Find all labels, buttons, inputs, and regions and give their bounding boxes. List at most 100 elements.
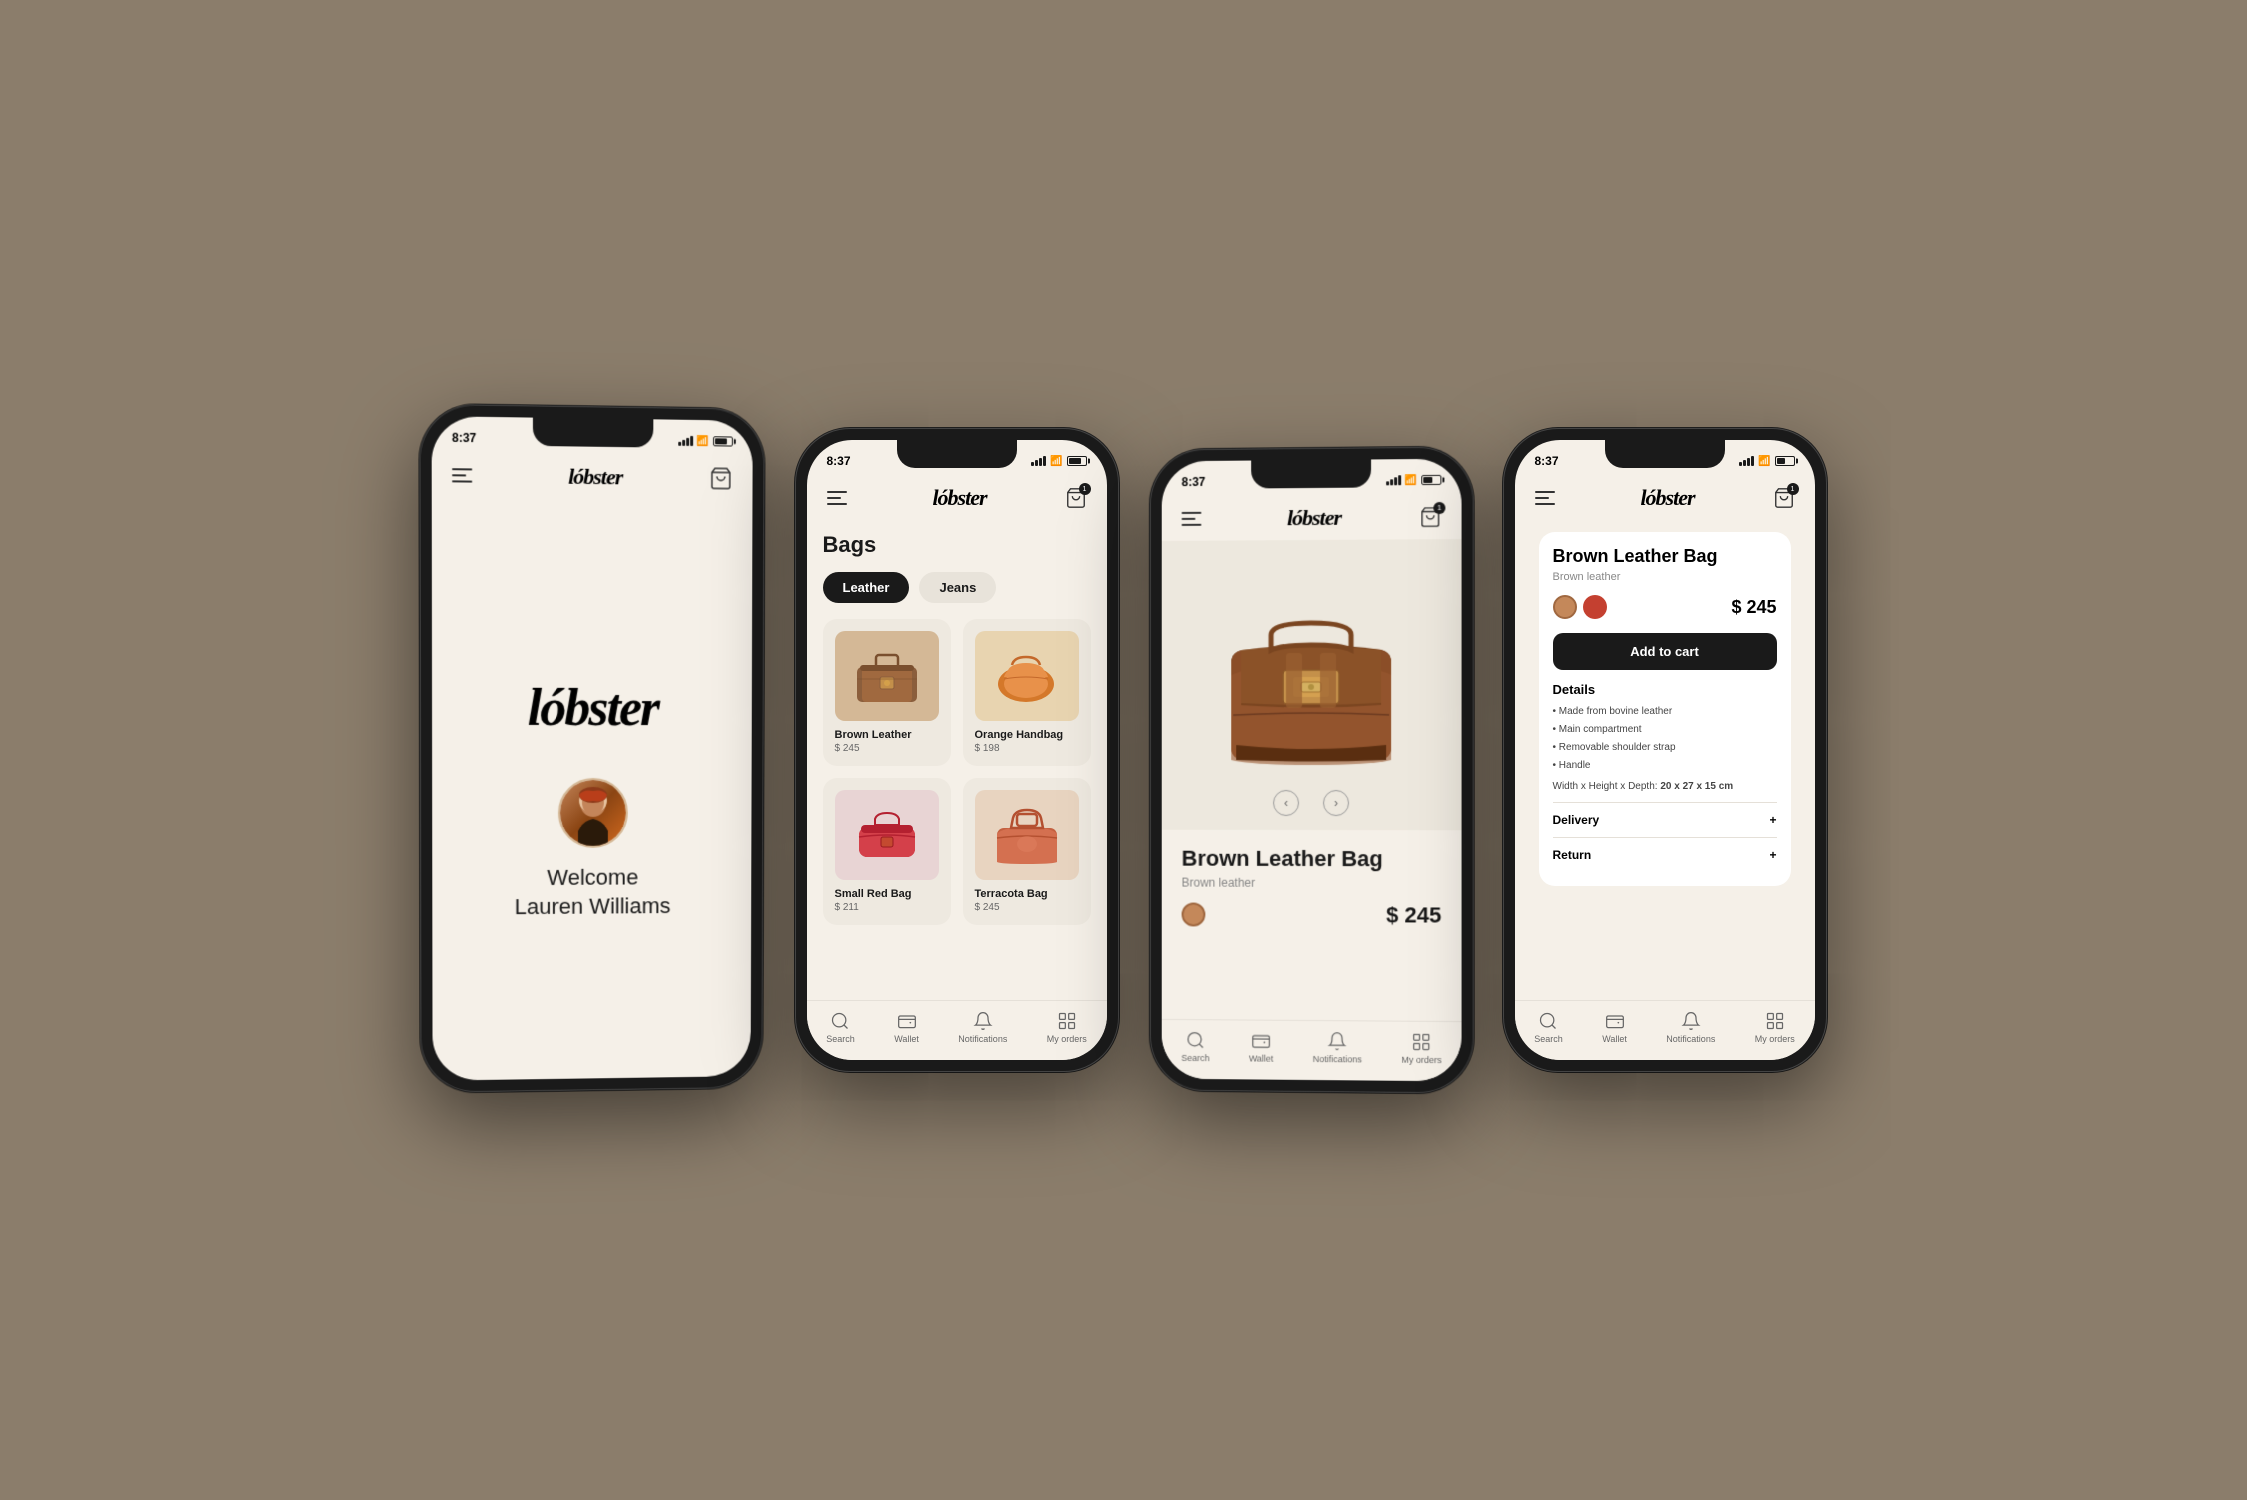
notifications-icon-4 bbox=[1681, 1011, 1701, 1031]
detail-item-4: • Handle bbox=[1553, 757, 1777, 775]
welcome-line2: Lauren Williams bbox=[514, 893, 670, 919]
notch-3 bbox=[1251, 459, 1371, 488]
wifi-icon-1: 📶 bbox=[696, 436, 708, 447]
phone-4-screen: 8:37 📶 lóbster bbox=[1515, 440, 1815, 1060]
nav-search-3[interactable]: Search bbox=[1181, 1030, 1209, 1063]
nav-notifications-label-4: Notifications bbox=[1666, 1034, 1715, 1044]
bottom-nav-2: Search Wallet Notifications bbox=[807, 1000, 1107, 1060]
product-name-1: Brown Leather bbox=[835, 729, 939, 741]
swatch-brown-4[interactable] bbox=[1553, 595, 1577, 619]
logo-2: lóbster bbox=[932, 485, 986, 511]
product-name-3: Small Red Bag bbox=[835, 888, 939, 900]
cart-badge-count-3: 1 bbox=[1433, 502, 1445, 514]
nav-wallet-label-3: Wallet bbox=[1248, 1053, 1273, 1063]
signal-icon-4 bbox=[1739, 456, 1754, 466]
search-icon-2 bbox=[830, 1011, 850, 1031]
terracota-bag-img bbox=[993, 806, 1061, 864]
cart-badge-count-4: 1 bbox=[1787, 483, 1799, 495]
detail-item-3: • Removable shoulder strap bbox=[1553, 739, 1777, 757]
swatch-red-4[interactable] bbox=[1583, 595, 1607, 619]
product-price-2: $ 198 bbox=[975, 743, 1079, 754]
battery-4 bbox=[1775, 456, 1795, 466]
cart-icon-4[interactable]: 1 bbox=[1773, 487, 1795, 509]
product-detail-subtitle: Brown leather bbox=[1181, 876, 1441, 891]
menu-icon-3[interactable] bbox=[1181, 505, 1209, 533]
next-arrow[interactable]: › bbox=[1322, 790, 1348, 816]
dimensions-label: Width x Height x Depth: bbox=[1553, 781, 1658, 792]
phone-3: 8:37 📶 lóbster bbox=[1149, 446, 1473, 1093]
nav-orders-2[interactable]: My orders bbox=[1047, 1011, 1087, 1044]
status-icons-4: 📶 bbox=[1739, 456, 1794, 467]
filter-jeans[interactable]: Jeans bbox=[919, 572, 996, 603]
swatch-brown[interactable] bbox=[1181, 902, 1205, 926]
menu-icon-4[interactable] bbox=[1535, 484, 1563, 512]
wifi-icon-4: 📶 bbox=[1758, 456, 1770, 467]
time-3: 8:37 bbox=[1181, 475, 1205, 489]
nav-search-label-3: Search bbox=[1181, 1053, 1209, 1063]
nav-notifications-2[interactable]: Notifications bbox=[958, 1011, 1007, 1044]
product-card-2[interactable]: Orange Handbag $ 198 bbox=[963, 619, 1091, 766]
product-img-3 bbox=[835, 790, 939, 880]
dimensions-text: Width x Height x Depth: 20 x 27 x 15 cm bbox=[1553, 781, 1777, 792]
product-price-3: $ 245 bbox=[1386, 902, 1441, 928]
orders-icon-4 bbox=[1765, 1011, 1785, 1031]
status-icons-2: 📶 bbox=[1031, 456, 1086, 467]
nav-search-4[interactable]: Search bbox=[1534, 1011, 1563, 1044]
welcome-text: Welcome Lauren Williams bbox=[514, 863, 670, 921]
nav-search-label-2: Search bbox=[826, 1034, 855, 1044]
detail-content: Brown Leather Bag Brown leather $ 245 Ad… bbox=[1515, 520, 1815, 974]
wallet-icon-2 bbox=[897, 1011, 917, 1031]
nav-orders-3[interactable]: My orders bbox=[1401, 1032, 1441, 1065]
search-icon-3 bbox=[1185, 1030, 1205, 1050]
phone-1-screen: 8:37 📶 lóbster bbox=[431, 416, 752, 1081]
detail-card-title: Brown Leather Bag bbox=[1553, 546, 1777, 567]
product-name-2: Orange Handbag bbox=[975, 729, 1079, 741]
nav-wallet-2[interactable]: Wallet bbox=[894, 1011, 919, 1044]
detail-card-subtitle: Brown leather bbox=[1553, 571, 1777, 583]
nav-notifications-label-3: Notifications bbox=[1312, 1054, 1361, 1064]
filter-leather[interactable]: Leather bbox=[823, 572, 910, 603]
nav-search-2[interactable]: Search bbox=[826, 1011, 855, 1044]
hero-bag-svg bbox=[1211, 594, 1411, 775]
nav-wallet-label-4: Wallet bbox=[1602, 1034, 1627, 1044]
accordion-return[interactable]: Return + bbox=[1553, 837, 1777, 872]
product-detail-name: Brown Leather Bag bbox=[1181, 846, 1441, 873]
product-card-4[interactable]: Terracota Bag $ 245 bbox=[963, 778, 1091, 925]
top-nav-4: lóbster 1 bbox=[1515, 476, 1815, 520]
filter-tabs: Leather Jeans bbox=[823, 572, 1091, 603]
nav-orders-4[interactable]: My orders bbox=[1755, 1011, 1795, 1044]
cart-icon-2[interactable]: 1 bbox=[1065, 487, 1087, 509]
nav-wallet-3[interactable]: Wallet bbox=[1248, 1031, 1273, 1064]
notifications-icon-2 bbox=[973, 1011, 993, 1031]
wifi-icon-3: 📶 bbox=[1404, 475, 1417, 486]
product-detail-card: Brown Leather Bag Brown leather $ 245 Ad… bbox=[1539, 532, 1791, 886]
hero-nav-arrows: ‹ › bbox=[1161, 790, 1461, 816]
prev-arrow[interactable]: ‹ bbox=[1273, 790, 1299, 816]
nav-notifications-3[interactable]: Notifications bbox=[1312, 1031, 1361, 1064]
phone-4: 8:37 📶 lóbster bbox=[1503, 428, 1827, 1072]
phone-1: 8:37 📶 lóbster bbox=[419, 404, 764, 1093]
nav-wallet-4[interactable]: Wallet bbox=[1602, 1011, 1627, 1044]
add-to-cart-button[interactable]: Add to cart bbox=[1553, 633, 1777, 670]
return-label: Return bbox=[1553, 848, 1592, 862]
details-title: Details bbox=[1553, 682, 1777, 697]
menu-icon-1[interactable] bbox=[452, 461, 480, 490]
nav-orders-label-4: My orders bbox=[1755, 1034, 1795, 1044]
phone-2: 8:37 📶 lóbster bbox=[795, 428, 1119, 1072]
menu-icon-2[interactable] bbox=[827, 484, 855, 512]
orders-icon-2 bbox=[1057, 1011, 1077, 1031]
product-card-3[interactable]: Small Red Bag $ 211 bbox=[823, 778, 951, 925]
nav-wallet-label-2: Wallet bbox=[894, 1034, 919, 1044]
notifications-icon-3 bbox=[1327, 1031, 1347, 1051]
details-section: Details • Made from bovine leather • Mai… bbox=[1553, 682, 1777, 792]
battery-1 bbox=[713, 436, 733, 446]
bags-screen: Bags Leather Jeans bbox=[807, 520, 1107, 1060]
product-card-1[interactable]: Brown Leather $ 245 bbox=[823, 619, 951, 766]
cart-icon-3[interactable]: 1 bbox=[1419, 506, 1441, 528]
nav-notifications-4[interactable]: Notifications bbox=[1666, 1011, 1715, 1044]
cart-icon-1[interactable] bbox=[708, 466, 732, 490]
detail-item-2: • Main compartment bbox=[1553, 721, 1777, 739]
accordion-delivery[interactable]: Delivery + bbox=[1553, 802, 1777, 837]
product-img-4 bbox=[975, 790, 1079, 880]
avatar-placeholder bbox=[559, 780, 625, 846]
